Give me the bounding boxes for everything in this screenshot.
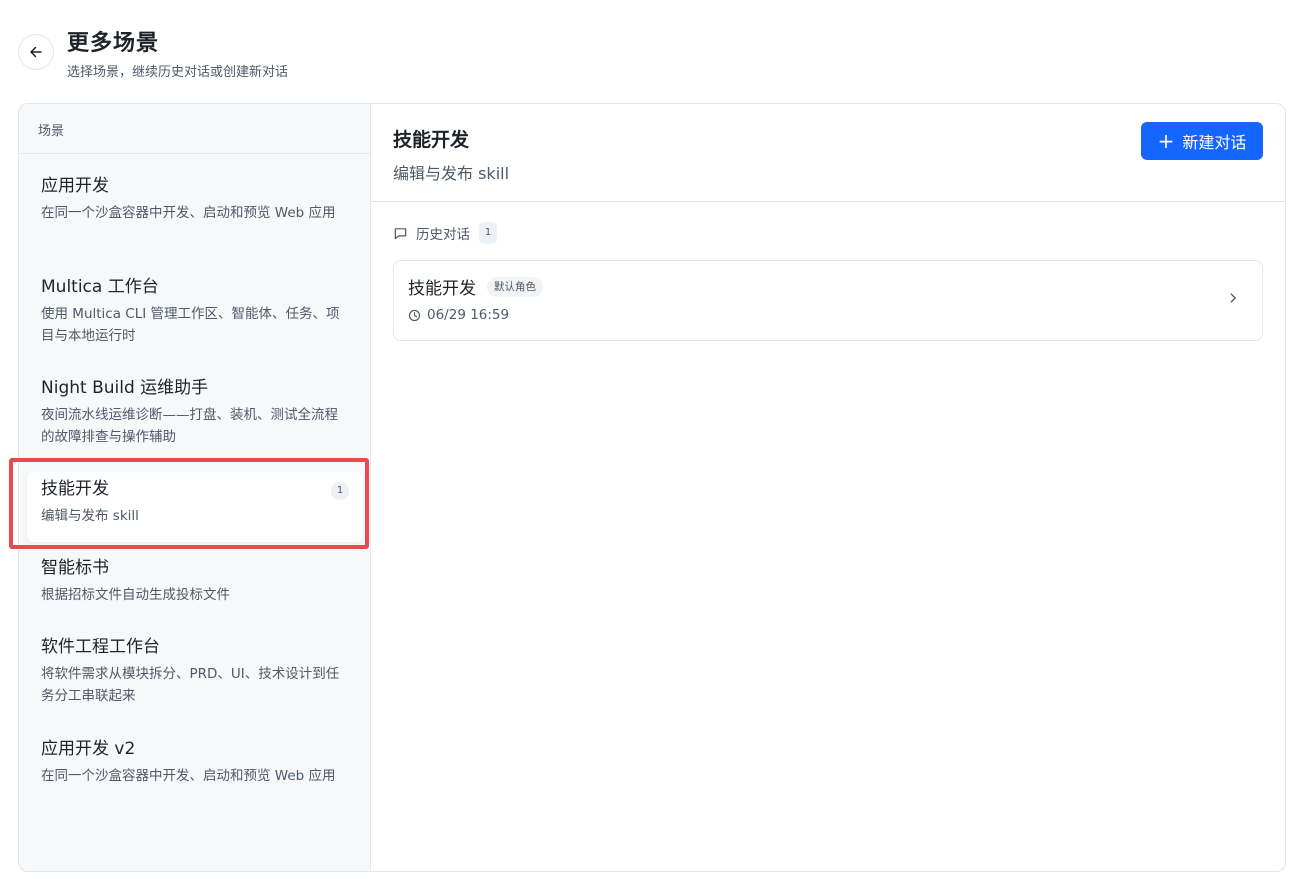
scene-sidebar: 场景 应用开发 在同一个沙盒容器中开发、启动和预览 Web 应用 Multica… [19,104,371,871]
scene-detail: 技能开发 编辑与发布 skill + 新建对话 历史对话 1 技能开发 默认角色 [371,104,1285,871]
page-header: 更多场景 选择场景，继续历史对话或创建新对话 [18,22,1278,82]
scene-title: 应用开发 [41,176,109,196]
clock-icon [408,309,421,321]
scene-desc: 夜间流水线运维诊断——打盘、装机、测试全流程的故障排查与操作辅助 [41,407,338,445]
new-chat-label: 新建对话 [1182,133,1247,152]
scene-desc: 在同一个沙盒容器中开发、启动和预览 Web 应用 [41,768,336,784]
detail-title: 技能开发 [393,129,470,151]
sidebar-heading: 场景 [19,104,370,154]
arrow-left-icon [30,46,42,58]
scene-title: 智能标书 [41,558,109,578]
scene-desc: 将软件需求从模块拆分、PRD、UI、技术设计到任务分工串联起来 [41,666,340,704]
chevron-right-icon [1230,293,1236,303]
page-title: 更多场景 [67,31,160,56]
scene-desc: 使用 Multica CLI 管理工作区、智能体、任务、项目与本地运行时 [41,306,340,344]
detail-header: 技能开发 编辑与发布 skill + 新建对话 [371,104,1285,202]
conversation-title: 技能开发 [408,279,476,299]
conversation-role-badge: 默认角色 [487,277,543,297]
scene-panel: 场景 应用开发 在同一个沙盒容器中开发、启动和预览 Web 应用 Multica… [18,103,1286,872]
scene-item-app-dev[interactable]: 应用开发 在同一个沙盒容器中开发、启动和预览 Web 应用 [27,174,363,224]
back-button[interactable] [18,34,54,70]
conversation-card[interactable]: 技能开发 默认角色 06/29 16:59 [393,260,1263,341]
scene-title: 技能开发 [41,479,109,499]
scene-item-skill-dev[interactable]: 技能开发 编辑与发布 skill 1 [27,472,363,542]
scene-title: Multica 工作台 [41,277,159,297]
scene-title: 应用开发 v2 [41,739,136,759]
scene-title: Night Build 运维助手 [41,378,209,398]
scene-count-badge: 1 [331,482,349,500]
scene-title: 软件工程工作台 [41,637,160,657]
scene-desc: 根据招标文件自动生成投标文件 [41,587,230,603]
page-subtitle: 选择场景，继续历史对话或创建新对话 [67,65,289,80]
scene-item-multica[interactable]: Multica 工作台 使用 Multica CLI 管理工作区、智能体、任务、… [27,275,363,347]
conversation-time: 06/29 16:59 [427,307,510,323]
history-label: 历史对话 [416,227,470,243]
scene-item-smart-bid[interactable]: 智能标书 根据招标文件自动生成投标文件 [27,556,363,606]
history-count-badge: 1 [479,222,497,244]
scene-desc: 编辑与发布 skill [41,508,139,524]
conversation-time-row: 06/29 16:59 [408,307,509,323]
scene-item-software-engineering[interactable]: 软件工程工作台 将软件需求从模块拆分、PRD、UI、技术设计到任务分工串联起来 [27,635,363,707]
history-section-header: 历史对话 1 [393,222,497,244]
scene-item-night-build[interactable]: Night Build 运维助手 夜间流水线运维诊断——打盘、装机、测试全流程的… [27,376,363,448]
scene-item-app-dev-v2[interactable]: 应用开发 v2 在同一个沙盒容器中开发、启动和预览 Web 应用 [27,737,363,787]
detail-subtitle: 编辑与发布 skill [393,164,510,183]
plus-icon: + [1157,129,1175,153]
new-chat-button[interactable]: + 新建对话 [1141,122,1263,160]
scene-desc: 在同一个沙盒容器中开发、启动和预览 Web 应用 [41,205,336,221]
chat-bubble-icon [394,227,407,239]
